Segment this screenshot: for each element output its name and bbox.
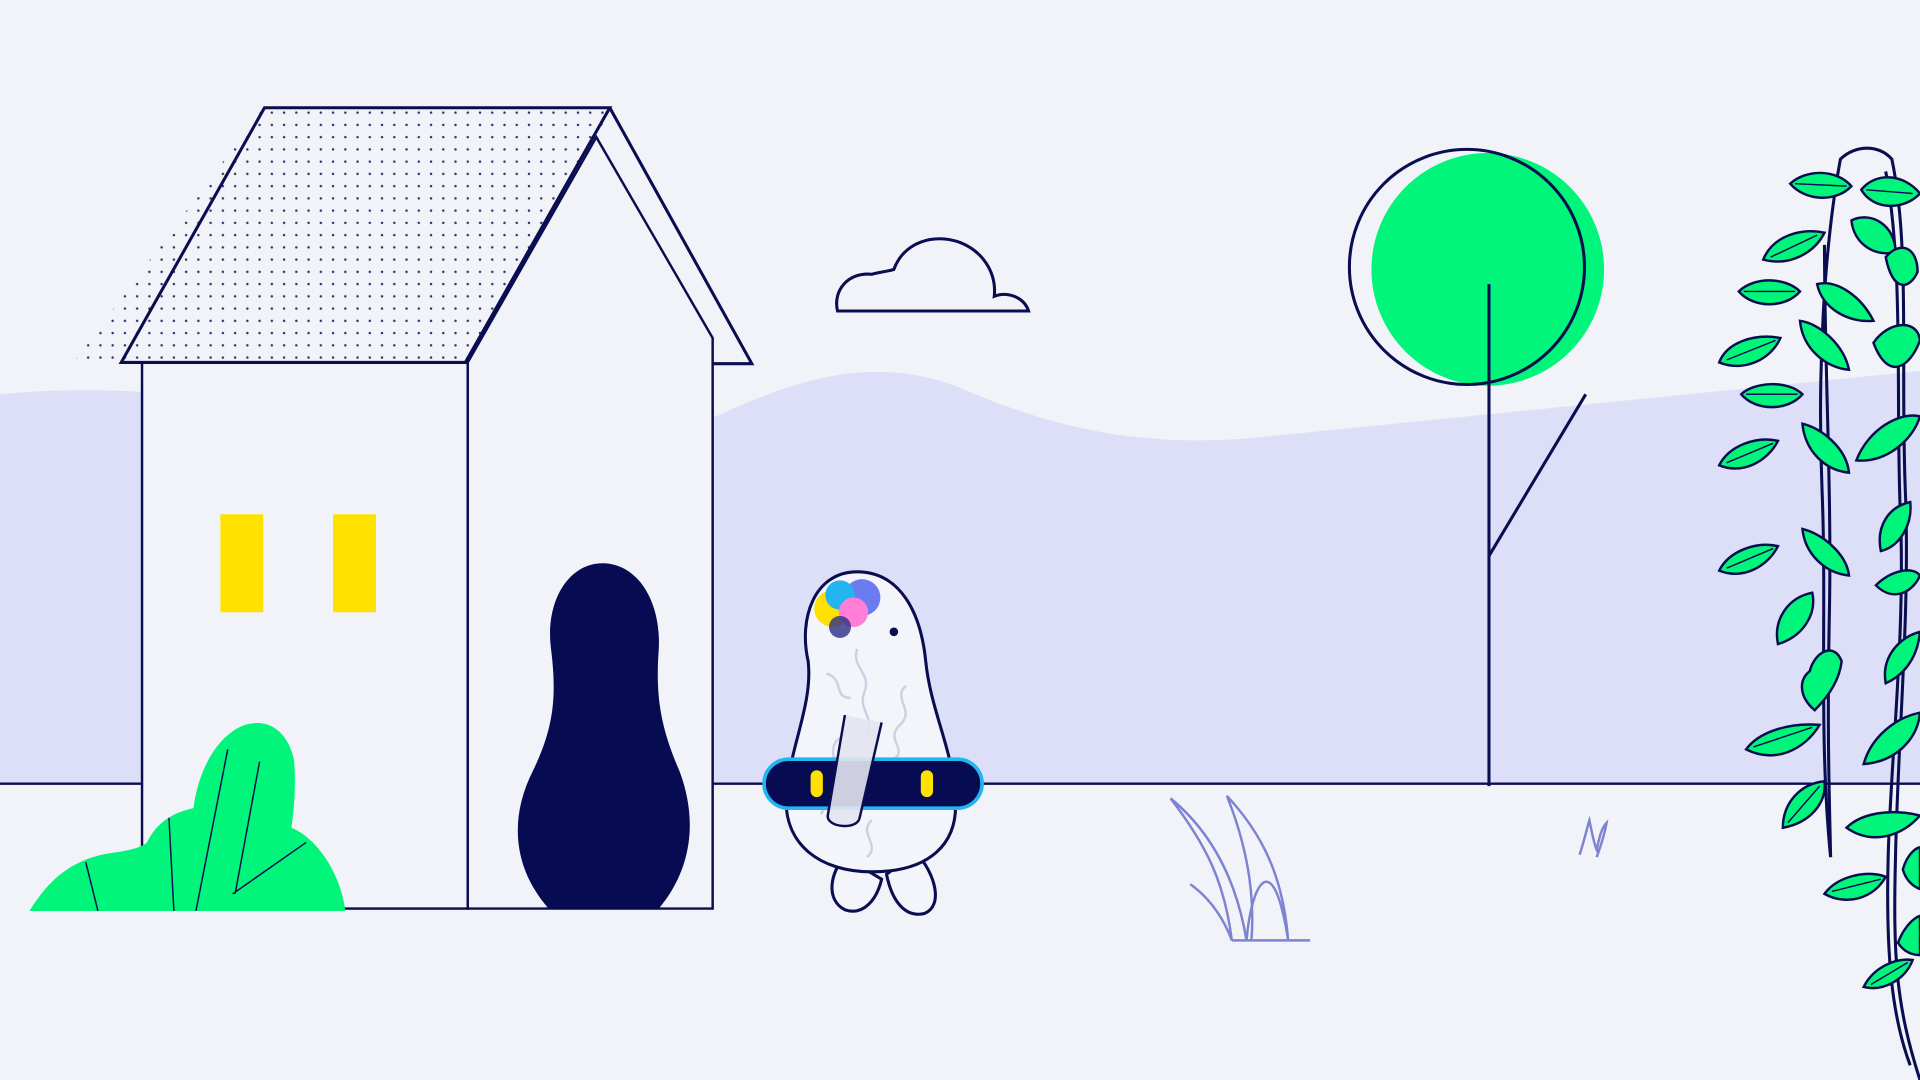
swim-ring-mark-right [920, 770, 934, 798]
character-eye-shadow [828, 615, 852, 638]
scene-svg [0, 0, 1920, 1080]
swim-ring [762, 757, 984, 811]
illustration-scene [0, 0, 1920, 1080]
swim-ring-mark-left [810, 770, 823, 798]
character-eye [889, 627, 899, 637]
window-left [220, 514, 264, 613]
window-right [333, 514, 376, 613]
house [73, 106, 755, 910]
